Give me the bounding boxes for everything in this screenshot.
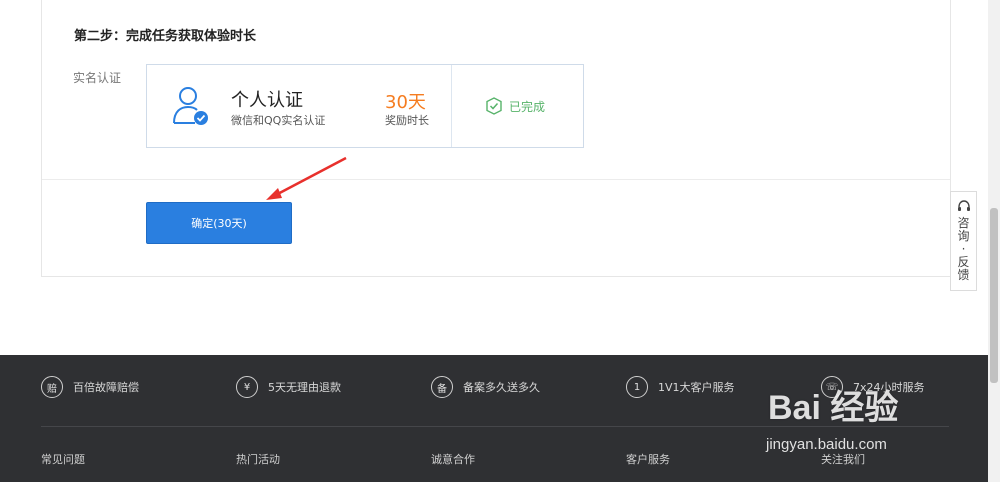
filing-icon: 备 <box>431 376 453 398</box>
feature-label: 备案多久送多久 <box>463 381 540 394</box>
red-arrow-annotation <box>266 156 347 200</box>
baidu-jingyan-watermark: Bai 经验 jingyan.baidu.com <box>758 380 958 470</box>
card-divider <box>42 179 950 180</box>
headset-icon <box>957 200 970 211</box>
scrollbar-thumb[interactable] <box>990 208 998 383</box>
feedback-widget[interactable]: 咨询·反馈 <box>950 191 977 291</box>
status-completed: 已完成 <box>485 97 545 115</box>
footer-col-events[interactable]: 热门活动 <box>236 451 280 467</box>
feature-filing: 备 备案多久送多久 <box>431 376 540 398</box>
watermark-url: jingyan.baidu.com <box>766 436 887 453</box>
user-verified-icon <box>173 87 208 125</box>
task-desc: 微信和QQ实名认证 <box>231 114 326 127</box>
footer-col-faq[interactable]: 常见问题 <box>41 451 85 467</box>
task-divider <box>451 65 452 147</box>
feature-refund: ¥ 5天无理由退款 <box>236 376 341 398</box>
watermark-brand: Bai 经验 <box>768 389 899 427</box>
task-card: 第二步：完成任务获取体验时长 实名认证 个人认证 微信和QQ实名认证 30天 奖… <box>41 0 951 277</box>
check-shield-icon <box>486 97 502 115</box>
footer-col-cooperation[interactable]: 诚意合作 <box>431 451 475 467</box>
feature-compensation: 赔 百倍故障赔偿 <box>41 376 139 398</box>
vip-icon: 1 <box>626 376 648 398</box>
task-name: 个人认证 <box>231 90 303 111</box>
feedback-text: 咨询·反馈 <box>957 216 970 282</box>
feature-label: 5天无理由退款 <box>268 381 341 394</box>
feature-label: 百倍故障赔偿 <box>73 381 139 394</box>
footer-col-service[interactable]: 客户服务 <box>626 451 670 467</box>
row-label: 实名认证 <box>73 71 122 85</box>
task-item-personal-auth: 个人认证 微信和QQ实名认证 30天 奖励时长 已完成 <box>146 64 584 148</box>
step-title: 第二步：完成任务获取体验时长 <box>74 29 257 44</box>
status-text: 已完成 <box>509 99 546 114</box>
reward-label: 奖励时长 <box>385 114 429 127</box>
reward-days: 30天 <box>385 92 426 113</box>
yen-icon: ¥ <box>236 376 258 398</box>
feature-label: 1V1大客户服务 <box>658 381 735 394</box>
compensation-icon: 赔 <box>41 376 63 398</box>
feature-vip-service: 1 1V1大客户服务 <box>626 376 735 398</box>
